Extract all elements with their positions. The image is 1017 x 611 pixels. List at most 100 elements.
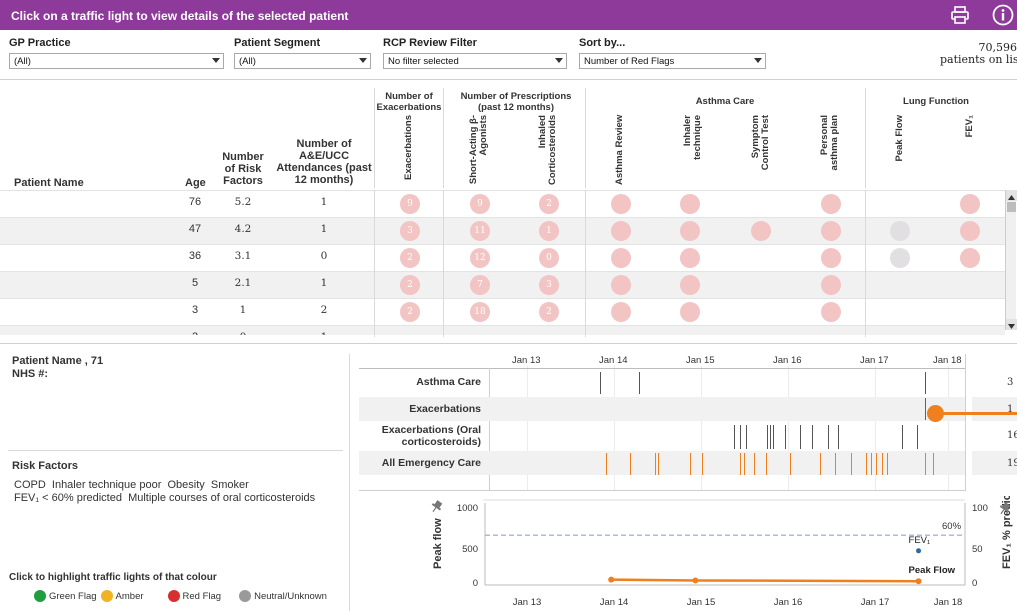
col-saba[interactable]: Short-Acting β-Agonists xyxy=(468,115,489,185)
traffic-light-inhaler[interactable] xyxy=(680,221,700,241)
emergency-care-event[interactable] xyxy=(690,453,691,475)
col-risk-factors[interactable]: Number of Risk Factors xyxy=(220,151,266,187)
col-ics[interactable]: Inhaled Corticosteroids xyxy=(537,115,558,185)
emergency-care-event[interactable] xyxy=(740,453,741,475)
scroll-thumb[interactable] xyxy=(1007,202,1016,212)
emergency-care-event[interactable] xyxy=(876,453,877,475)
exacerbation-highlight-marker[interactable] xyxy=(927,405,944,422)
traffic-light-fev[interactable] xyxy=(960,248,980,268)
oral-corticosteroid-event[interactable] xyxy=(773,425,774,449)
col-inhaler[interactable]: Inhaler technique xyxy=(682,115,703,185)
col-peak-flow[interactable]: Peak Flow xyxy=(894,115,905,185)
traffic-light-plan[interactable] xyxy=(821,248,841,268)
emergency-care-event[interactable] xyxy=(933,453,934,475)
traffic-light-plan[interactable] xyxy=(821,302,841,322)
traffic-light-exac[interactable]: 2 xyxy=(400,275,420,295)
emergency-care-event[interactable] xyxy=(766,453,767,475)
emergency-care-event[interactable] xyxy=(871,453,872,475)
oral-corticosteroid-event[interactable] xyxy=(917,425,918,449)
traffic-light-ics[interactable]: 1 xyxy=(539,221,559,241)
traffic-light-peak-flow[interactable] xyxy=(890,248,910,268)
col-patient-name[interactable]: Patient Name xyxy=(14,177,84,189)
traffic-light-saba[interactable]: 11 xyxy=(470,221,490,241)
traffic-light-ics[interactable]: 3 xyxy=(539,275,559,295)
emergency-care-event[interactable] xyxy=(606,453,607,475)
traffic-light-inhaler[interactable] xyxy=(680,275,700,295)
info-icon[interactable] xyxy=(992,4,1014,26)
traffic-light-ics[interactable]: 0 xyxy=(539,248,559,268)
legend-item-neutral-unknown[interactable]: Neutral/Unknown xyxy=(239,590,327,602)
emergency-care-event[interactable] xyxy=(925,453,926,475)
emergency-care-event[interactable] xyxy=(820,453,821,475)
oral-corticosteroid-event[interactable] xyxy=(902,425,903,449)
emergency-care-event[interactable] xyxy=(630,453,631,475)
oral-corticosteroid-event[interactable] xyxy=(800,425,801,449)
col-exacerbations[interactable]: Exacerbations xyxy=(403,115,414,185)
traffic-light-fev[interactable] xyxy=(960,194,980,214)
oral-corticosteroid-event[interactable] xyxy=(838,425,839,449)
traffic-light-symptom[interactable] xyxy=(751,221,771,241)
traffic-light-ics[interactable]: 2 xyxy=(539,302,559,322)
emergency-care-event[interactable] xyxy=(790,453,791,475)
exacerbation-event[interactable] xyxy=(925,398,926,420)
traffic-light-plan[interactable] xyxy=(821,194,841,214)
col-asthma-review[interactable]: Asthma Review xyxy=(614,115,625,185)
legend-item-amber[interactable]: Amber xyxy=(100,590,144,602)
rcp-review-select[interactable]: No filter selected xyxy=(383,53,567,69)
col-fev[interactable]: FEV₁ xyxy=(964,115,975,185)
oral-corticosteroid-event[interactable] xyxy=(746,425,747,449)
legend-item-red-flag[interactable]: Red Flag xyxy=(167,590,221,602)
col-symptom[interactable]: Symptom Control Test xyxy=(750,115,771,185)
traffic-light-inhaler[interactable] xyxy=(680,302,700,322)
oral-corticosteroid-event[interactable] xyxy=(828,425,829,449)
traffic-light-saba[interactable]: 12 xyxy=(470,248,490,268)
table-row[interactable]: 47 4.2 1 3 11 1 xyxy=(0,217,1005,244)
traffic-light-exac[interactable]: 3 xyxy=(400,221,420,241)
traffic-light-saba[interactable]: 9 xyxy=(470,194,490,214)
asthma-care-event[interactable] xyxy=(925,372,926,394)
traffic-light-saba[interactable]: 7 xyxy=(470,275,490,295)
table-row[interactable]: 3 1 2 2 18 2 xyxy=(0,298,1005,325)
emergency-care-event[interactable] xyxy=(866,453,867,475)
traffic-light-peak-flow[interactable] xyxy=(890,221,910,241)
traffic-light-exac[interactable]: 2 xyxy=(400,302,420,322)
col-ae-attendances[interactable]: Number of A&E/UCC Attendances (past 12 m… xyxy=(276,138,372,186)
oral-corticosteroid-event[interactable] xyxy=(812,425,813,449)
table-scrollbar[interactable] xyxy=(1005,190,1017,330)
traffic-light-exac[interactable]: 2 xyxy=(400,248,420,268)
emergency-care-event[interactable] xyxy=(851,453,852,475)
traffic-light-plan[interactable] xyxy=(821,275,841,295)
scroll-down-button[interactable] xyxy=(1006,319,1017,330)
emergency-care-event[interactable] xyxy=(744,453,745,475)
scroll-up-button[interactable] xyxy=(1006,190,1017,201)
traffic-light-asthma-review[interactable] xyxy=(611,194,631,214)
oral-corticosteroid-event[interactable] xyxy=(740,425,741,449)
asthma-care-event[interactable] xyxy=(600,372,601,394)
traffic-light-fev[interactable] xyxy=(960,221,980,241)
traffic-light-saba[interactable]: 18 xyxy=(470,302,490,322)
emergency-care-event[interactable] xyxy=(658,453,659,475)
traffic-light-exac[interactable]: 9 xyxy=(400,194,420,214)
legend-item-green-flag[interactable]: Green Flag xyxy=(34,590,97,602)
oral-corticosteroid-event[interactable] xyxy=(770,425,771,449)
table-row[interactable]: 36 3.1 0 2 12 0 xyxy=(0,244,1005,271)
traffic-light-asthma-review[interactable] xyxy=(611,221,631,241)
traffic-light-ics[interactable]: 2 xyxy=(539,194,559,214)
emergency-care-event[interactable] xyxy=(835,453,836,475)
traffic-light-asthma-review[interactable] xyxy=(611,275,631,295)
oral-corticosteroid-event[interactable] xyxy=(734,425,735,449)
sort-by-select[interactable]: Number of Red Flags xyxy=(579,53,766,69)
emergency-care-event[interactable] xyxy=(887,453,888,475)
emergency-care-event[interactable] xyxy=(882,453,883,475)
traffic-light-asthma-review[interactable] xyxy=(611,248,631,268)
traffic-light-inhaler[interactable] xyxy=(680,248,700,268)
patient-segment-select[interactable]: (All) xyxy=(234,53,371,69)
emergency-care-event[interactable] xyxy=(754,453,755,475)
col-plan[interactable]: Personal asthma plan xyxy=(819,115,840,185)
table-row[interactable]: 3 0 1 xyxy=(0,325,1005,335)
traffic-light-plan[interactable] xyxy=(821,221,841,241)
table-row[interactable]: 5 2.1 1 2 7 3 xyxy=(0,271,1005,298)
pin-icon[interactable] xyxy=(429,499,444,515)
col-age[interactable]: Age xyxy=(185,177,206,189)
oral-corticosteroid-event[interactable] xyxy=(785,425,786,449)
